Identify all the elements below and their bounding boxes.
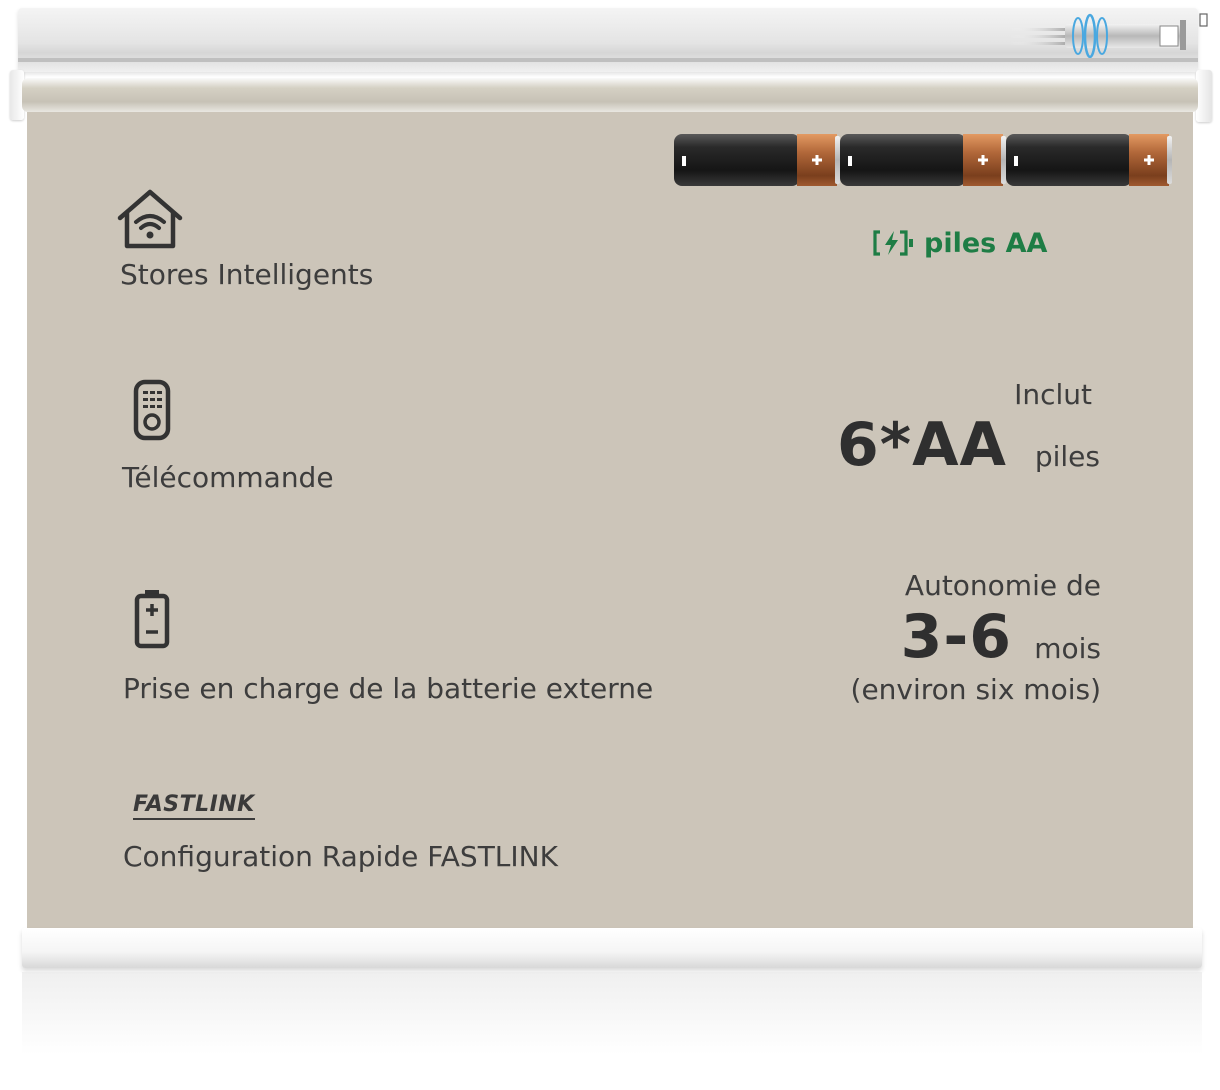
- battery-1-icon: [674, 134, 840, 186]
- power-badge-label: piles AA: [924, 227, 1048, 259]
- fastlink-logo: FASTLINK: [133, 792, 255, 820]
- right-end-cap: [1196, 70, 1212, 122]
- included-amount: 6*AA: [837, 410, 1007, 480]
- included-intro: Inclut: [1014, 378, 1092, 411]
- battery-charging-icon: [873, 230, 913, 256]
- floor-reflection: [22, 972, 1202, 1090]
- battery-3-icon: [1006, 134, 1172, 186]
- fabric-roller: [22, 78, 1198, 112]
- power-badge: piles AA: [872, 226, 1047, 260]
- remote-control-label: Télécommande: [122, 461, 334, 494]
- battery-2-icon: [840, 134, 1006, 186]
- bottom-rail: [22, 928, 1202, 968]
- smart-home-wifi-icon: [117, 189, 183, 249]
- autonomy-unit: mois: [1034, 632, 1101, 665]
- autonomy-amount: 3-6: [900, 602, 1012, 672]
- aa-batteries-illustration: [674, 134, 1172, 186]
- autonomy-note: (environ six mois): [850, 673, 1101, 706]
- headrail-divider: [18, 58, 1198, 62]
- fastlink-label: Configuration Rapide FASTLINK: [123, 840, 558, 873]
- motor-tube-icon: [1010, 13, 1208, 58]
- remote-control-icon: [133, 379, 171, 441]
- smart-blinds-label: Stores Intelligents: [120, 258, 374, 291]
- battery-icon: [134, 590, 170, 649]
- external-battery-label: Prise en charge de la batterie externe: [123, 672, 654, 705]
- autonomy-intro: Autonomie de: [904, 569, 1101, 602]
- included-unit: piles: [1034, 440, 1100, 473]
